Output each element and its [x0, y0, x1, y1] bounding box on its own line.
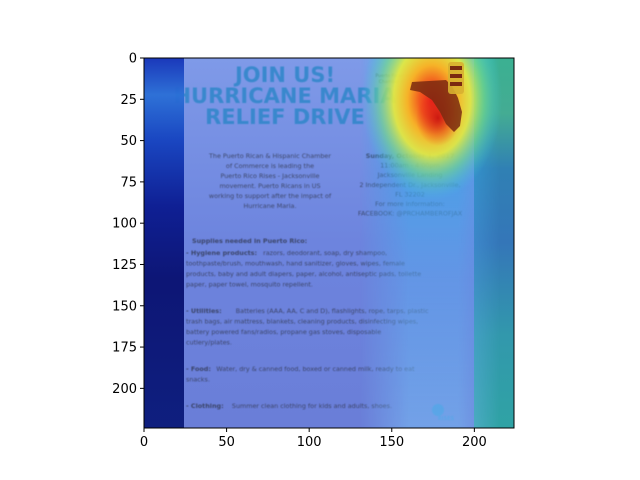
- y-tick-label: 200: [112, 382, 137, 397]
- x-axis: 0 50 100 150 200: [140, 428, 487, 450]
- y-tick-label: 175: [112, 341, 137, 356]
- supply-section-label: - Food:: [186, 365, 211, 373]
- supply-item-line: battery powered fans/radios, propane gas…: [186, 328, 381, 336]
- supply-item-line: paper, paper towel, mosquito repellent.: [186, 281, 313, 289]
- y-tick-label: 150: [112, 299, 137, 314]
- y-tick-label: 75: [120, 175, 137, 190]
- y-tick-label: 25: [120, 93, 137, 108]
- supply-section-label: - Clothing:: [186, 402, 224, 410]
- x-tick-label: 150: [379, 435, 404, 450]
- y-tick-label: 0: [129, 52, 137, 67]
- y-axis: 0 25 50 75 100 125 150 175 200: [112, 52, 144, 397]
- x-tick-label: 0: [140, 435, 148, 450]
- supply-item-line: cutlery/plates.: [186, 339, 232, 347]
- x-tick-label: 100: [297, 435, 322, 450]
- supply-section-label: - Hygiene products:: [186, 249, 257, 257]
- poster-title-line: RELIEF DRIVE: [205, 105, 365, 129]
- y-tick-label: 50: [120, 134, 137, 149]
- y-tick-label: 100: [112, 217, 137, 232]
- intro-line: Puerto Rico Rises - Jacksonville: [221, 172, 320, 180]
- intro-line: Hurricane Maria.: [244, 202, 297, 210]
- supply-section-label: - Utilities:: [186, 307, 222, 315]
- intro-line: The Puerto Rican & Hispanic Chamber: [208, 152, 331, 160]
- y-tick-label: 125: [112, 258, 137, 273]
- intro-line: movement. Puerto Ricans in US: [219, 182, 320, 190]
- left-activation-column: [144, 58, 184, 428]
- x-tick-label: 200: [462, 435, 487, 450]
- intro-line: working to support after the impact of: [209, 192, 332, 200]
- intro-line: of Commerce is leading the: [226, 162, 314, 170]
- x-tick-label: 50: [218, 435, 235, 450]
- heatmap-figure: JOIN US!HURRICANE MARIARELIEF DRIVE Puer…: [112, 52, 515, 450]
- supplies-heading: Supplies needed in Puerto Rico:: [192, 237, 307, 245]
- heatmap-image: JOIN US!HURRICANE MARIARELIEF DRIVE Puer…: [144, 58, 514, 428]
- supply-item-line: snacks.: [186, 376, 210, 384]
- flag-icon: [448, 62, 464, 94]
